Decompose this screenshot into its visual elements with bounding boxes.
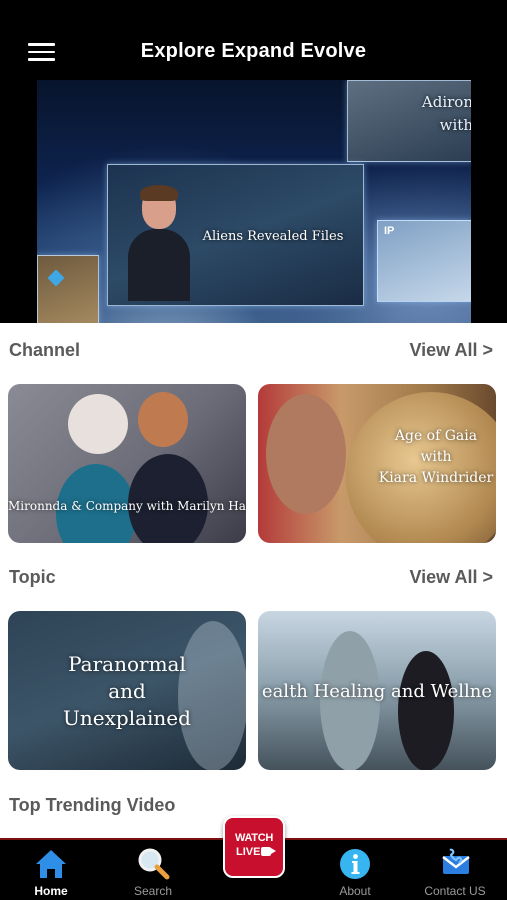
- tab-label: About: [339, 884, 371, 898]
- hero-image: Adiron with IP Aliens Revealed Files: [37, 80, 471, 323]
- card-label: Paranormal and Unexplained: [8, 651, 246, 732]
- card-label: Mironnda & Company with Marilyn Har: [8, 499, 246, 513]
- hero-banner[interactable]: Adiron with IP Aliens Revealed Files: [0, 80, 507, 323]
- home-icon: [36, 850, 66, 878]
- search-icon: [138, 848, 170, 880]
- card-figure-hair: [68, 394, 128, 454]
- card-figure-hair: [138, 392, 188, 447]
- hero-ice-panel: IP: [377, 220, 471, 302]
- page-title: Explore Expand Evolve: [140, 40, 367, 62]
- hero-side-caption-line: Adiron: [421, 93, 471, 111]
- tab-home[interactable]: Home: [1, 840, 101, 900]
- card-label-line: Paranormal: [68, 652, 186, 676]
- topic-card-health-healing[interactable]: ealth Healing and Wellne: [258, 611, 496, 770]
- topic-card-paranormal[interactable]: Paranormal and Unexplained: [8, 611, 246, 770]
- topic-view-all-link[interactable]: View All >: [409, 567, 493, 588]
- card-label: Age of Gaia with Kiara Windrider: [376, 426, 496, 489]
- info-icon: [340, 849, 370, 879]
- tab-label: Home: [34, 884, 68, 898]
- tab-label: Contact US: [424, 884, 486, 898]
- tab-search[interactable]: Search: [103, 840, 203, 900]
- hero-side-caption-line: with: [439, 116, 471, 134]
- card-label-line: Kiara Windrider: [378, 470, 494, 486]
- hero-side-panel: Adiron with: [347, 80, 471, 162]
- card-label-line: Unexplained: [63, 706, 191, 730]
- tab-label: Search: [133, 884, 173, 898]
- card-label-line: Age of Gaia: [394, 428, 478, 444]
- app-header: Explore Expand Evolve: [0, 0, 507, 80]
- channel-section-header: Channel View All >: [9, 340, 493, 364]
- host-suit: [128, 229, 190, 301]
- contact-icon: [442, 848, 470, 874]
- hero-badge-icon: [47, 269, 65, 287]
- hero-host-figure: [128, 185, 190, 301]
- topic-section-header: Topic View All >: [9, 567, 493, 591]
- card-label-line: and: [108, 679, 146, 703]
- channel-view-all-link[interactable]: View All >: [409, 340, 493, 361]
- tab-about[interactable]: About: [305, 840, 405, 900]
- watch-live-button[interactable]: WATCH LIVE: [223, 816, 285, 878]
- card-label: ealth Healing and Wellne: [261, 681, 493, 702]
- hero-map-panel: [37, 255, 99, 323]
- video-camera-icon: [261, 847, 276, 856]
- hero-ip-tag: IP: [384, 225, 395, 237]
- section-title-trending: Top Trending Video: [9, 795, 176, 815]
- card-label-line: with: [420, 449, 452, 465]
- channel-card-mironnda[interactable]: Mironnda & Company with Marilyn Har: [8, 384, 246, 543]
- channel-card-age-of-gaia[interactable]: Age of Gaia with Kiara Windrider: [258, 384, 496, 543]
- section-title-channel: Channel: [9, 340, 81, 360]
- card-figure-face: [266, 394, 346, 514]
- tab-contact-us[interactable]: Contact US: [405, 840, 505, 900]
- hero-side-caption: Adiron with: [353, 91, 471, 137]
- card-figure-athlete: [398, 651, 454, 770]
- section-title-topic: Topic: [9, 567, 56, 587]
- hero-main-panel: Aliens Revealed Files: [107, 164, 364, 306]
- host-hair: [140, 185, 178, 201]
- watch-live-label: LIVE: [236, 846, 261, 858]
- watch-live-label: WATCH: [234, 832, 273, 844]
- hero-caption: Aliens Revealed Files: [202, 229, 344, 244]
